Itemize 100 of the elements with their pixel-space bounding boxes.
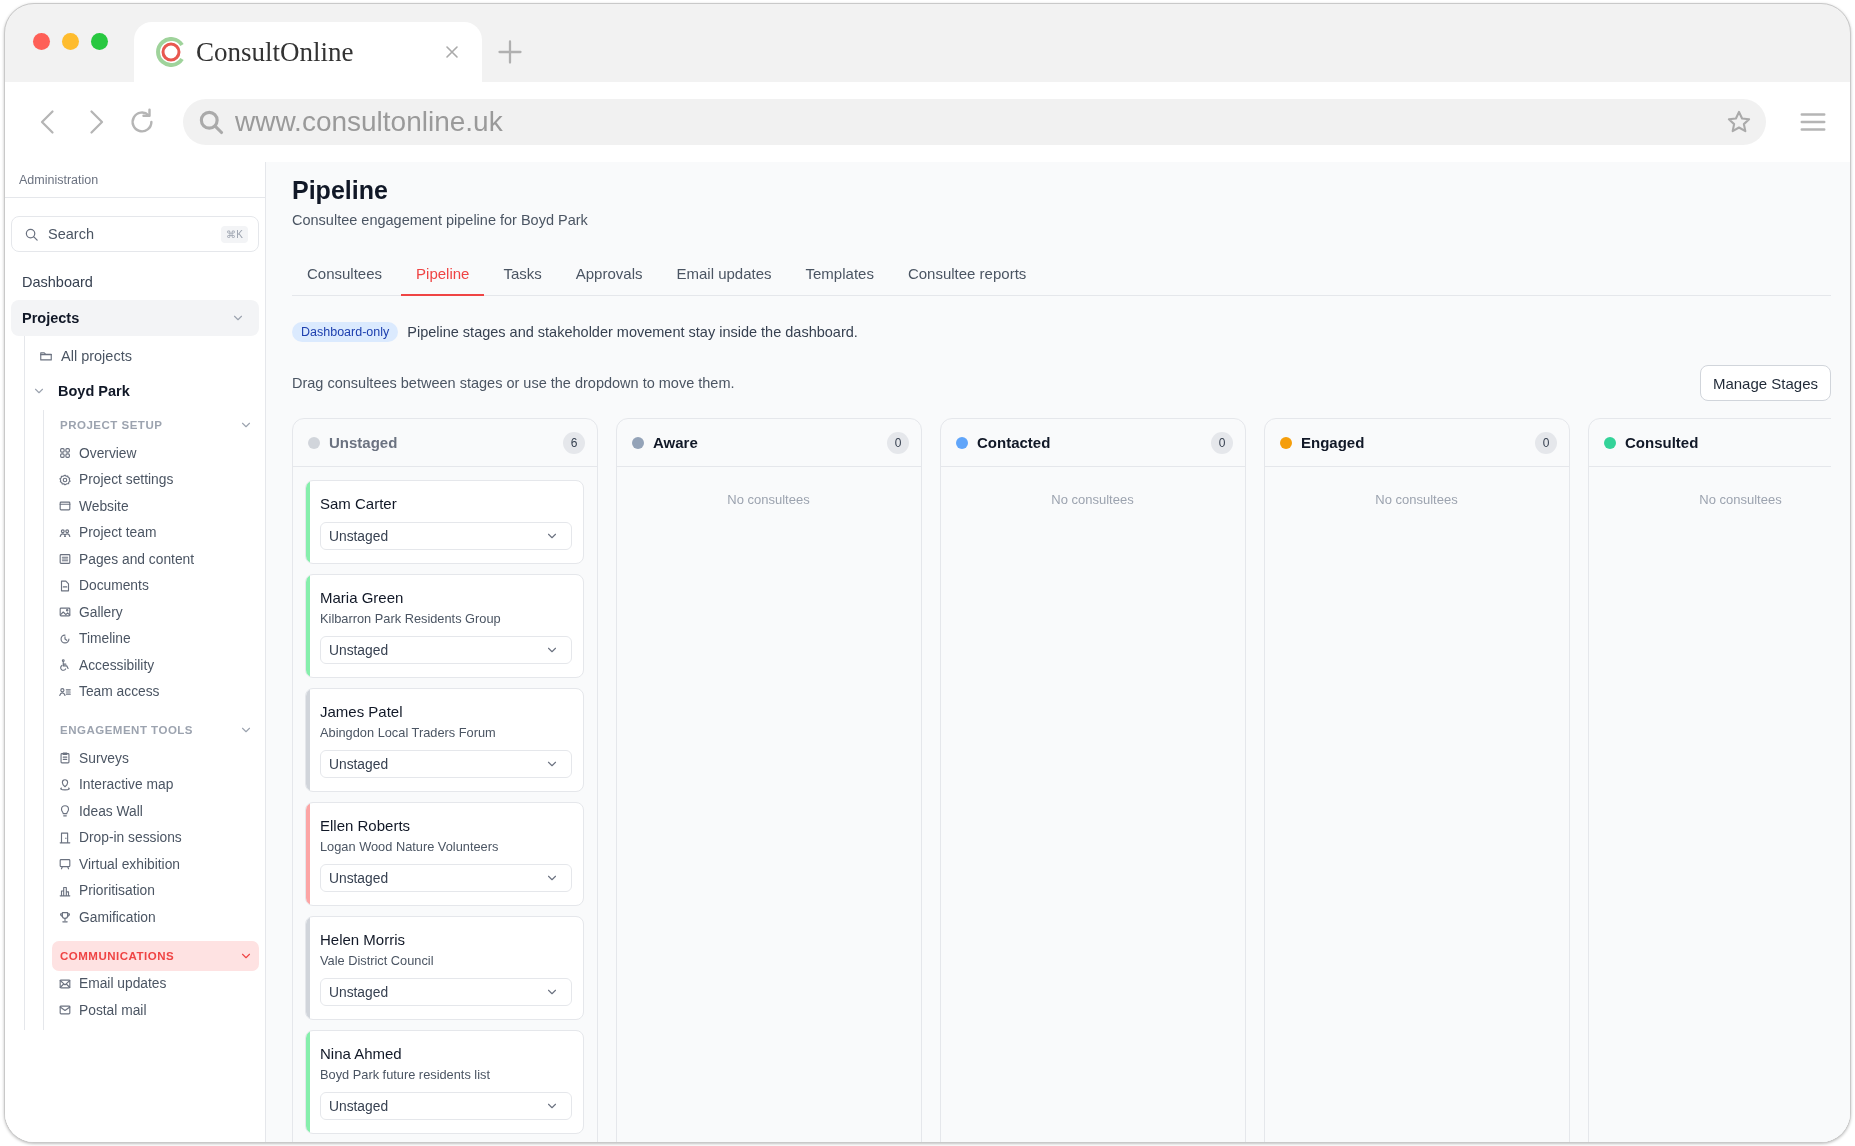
nav-item[interactable]: Documents	[44, 572, 265, 599]
notice-text: Pipeline stages and stakeholder movement stay inside the dashboard.	[407, 324, 858, 340]
project-item[interactable]: Boyd Park	[25, 372, 265, 410]
stage-dropdown[interactable]: Unstaged	[320, 864, 572, 892]
logo-icon	[156, 37, 186, 67]
url-text: www.consultonline.uk	[235, 106, 504, 138]
stage-name: Aware	[653, 434, 699, 451]
organisation-name: Vale District Council	[320, 952, 435, 970]
nav-item[interactable]: Dashboard	[11, 264, 259, 300]
consultee-name: Helen Morris	[320, 930, 407, 950]
stage-dropdown[interactable]: Unstaged	[320, 1092, 572, 1120]
window-icon	[58, 499, 72, 514]
empty-message: No consultees	[1374, 491, 1459, 507]
nav-item[interactable]: Virtual exhibition	[44, 851, 265, 878]
nav-item[interactable]: Gamification	[44, 904, 265, 931]
consultee-name: Sam Carter	[320, 494, 398, 514]
nav-item[interactable]: Interactive map	[44, 771, 265, 798]
stage-name: Engaged	[1301, 434, 1366, 451]
nav-item[interactable]: Team access	[44, 678, 265, 705]
tab[interactable]: Approvals	[560, 252, 658, 296]
instruction-text: Drag consultees between stages or use the dropdown to move them.	[292, 375, 735, 391]
stage-name: Consulted	[1625, 434, 1700, 451]
grid-icon	[58, 446, 72, 461]
gear-icon	[58, 472, 72, 487]
consultee-card[interactable]: Helen Morris Vale District Council Unstaged	[305, 916, 584, 1020]
consultee-card[interactable]: Nina Ahmed Boyd Park future residents list Unstaged	[305, 1030, 584, 1134]
maximize-window-button[interactable]	[91, 32, 108, 50]
count-badge: 0	[887, 431, 909, 454]
browser-tab[interactable]: ConsultOnline	[134, 22, 482, 82]
nav-item[interactable]: Project team	[44, 519, 265, 546]
nav-item[interactable]: Surveys	[44, 745, 265, 772]
page-title: Pipeline	[292, 175, 389, 206]
tab[interactable]: Tasks	[488, 252, 557, 296]
wheelchair-icon	[58, 658, 72, 673]
nav-item[interactable]: All projects	[25, 340, 265, 372]
organisation-name: Abingdon Local Traders Forum	[320, 724, 497, 742]
tab[interactable]: Consultee reports	[892, 252, 1042, 296]
stage-dropdown[interactable]: Unstaged	[320, 522, 572, 550]
consultee-name: James Patel	[320, 702, 404, 722]
stage-name: Contacted	[977, 434, 1052, 451]
nav-item[interactable]: Drop-in sessions	[44, 824, 265, 851]
search-icon	[24, 226, 39, 242]
shortcut-hint: ⌘K	[221, 225, 248, 243]
folder-icon	[39, 349, 53, 363]
mail-icon	[58, 976, 72, 991]
stage-dropdown[interactable]: Unstaged	[320, 978, 572, 1006]
nav-item[interactable]: Timeline	[44, 625, 265, 652]
stage-dropdown[interactable]: Unstaged	[320, 750, 572, 778]
tab[interactable]: Pipeline	[401, 252, 485, 296]
consultee-name: Nina Ahmed	[320, 1044, 403, 1064]
search-field[interactable]: Search ⌘K	[11, 216, 259, 252]
tab[interactable]: Templates	[790, 252, 889, 296]
empty-message: No consultees	[1050, 491, 1135, 507]
nav-item[interactable]: Pages and content	[44, 546, 265, 573]
list-icon	[58, 552, 72, 567]
consultee-card[interactable]: Sam Carter Unstaged	[305, 480, 584, 564]
trophy-icon	[58, 910, 72, 925]
organisation-name: Logan Wood Nature Volunteers	[320, 838, 500, 856]
nav-item[interactable]: Gallery	[44, 599, 265, 626]
nav-item[interactable]: Overview	[44, 440, 265, 467]
nav-item[interactable]: Postal mail	[44, 997, 265, 1024]
image-icon	[58, 605, 72, 620]
tab-title: ConsultOnline	[196, 36, 355, 68]
new-tab-button[interactable]	[496, 38, 524, 66]
plus-icon	[496, 38, 524, 66]
consultee-card[interactable]: James Patel Abingdon Local Traders Forum Unstaged	[305, 688, 584, 792]
stage-name: Unstaged	[329, 434, 399, 451]
search-icon	[197, 108, 225, 136]
star-icon	[1726, 109, 1752, 135]
tab[interactable]: Email updates	[661, 252, 787, 296]
document-icon	[58, 578, 72, 593]
nav-item[interactable]: Accessibility	[44, 652, 265, 679]
empty-message: No consultees	[726, 491, 811, 507]
consultee-card[interactable]: Maria Green Kilbarron Park Residents Group Unstaged	[305, 574, 584, 678]
close-window-button[interactable]	[33, 32, 50, 50]
nav-item[interactable]: Website	[44, 493, 265, 520]
minimize-window-button[interactable]	[62, 32, 79, 50]
lightbulb-icon	[58, 804, 72, 819]
consultee-name: Maria Green	[320, 588, 405, 608]
nav-item[interactable]: Email updates	[44, 970, 265, 997]
page-subtitle: Consultee engagement pipeline for Boyd Park	[292, 211, 589, 230]
clipboard-icon	[58, 751, 72, 766]
nav-item[interactable]: Projects	[11, 300, 259, 336]
stage-dropdown[interactable]: Unstaged	[320, 636, 572, 664]
count-badge: 6	[563, 431, 585, 454]
manage-stages-button[interactable]: Manage Stages	[1699, 365, 1831, 401]
nav-item[interactable]: Prioritisation	[44, 877, 265, 904]
organisation-name: Kilbarron Park Residents Group	[320, 610, 502, 628]
envelope-icon	[58, 1003, 72, 1018]
door-icon	[58, 830, 72, 845]
consultee-card[interactable]: Ellen Roberts Logan Wood Nature Volunteers Unstaged	[305, 802, 584, 906]
organisation-name: Boyd Park future residents list	[320, 1066, 491, 1084]
count-badge: 0	[1211, 431, 1233, 454]
easel-icon	[58, 857, 72, 872]
count-badge: 0	[1535, 431, 1557, 454]
nav-item[interactable]: Project settings	[44, 466, 265, 493]
map-pin-icon	[58, 777, 72, 792]
dashboard-only-badge: Dashboard-only	[292, 322, 399, 342]
nav-item[interactable]: Ideas Wall	[44, 798, 265, 825]
tab[interactable]: Consultees	[292, 252, 398, 296]
